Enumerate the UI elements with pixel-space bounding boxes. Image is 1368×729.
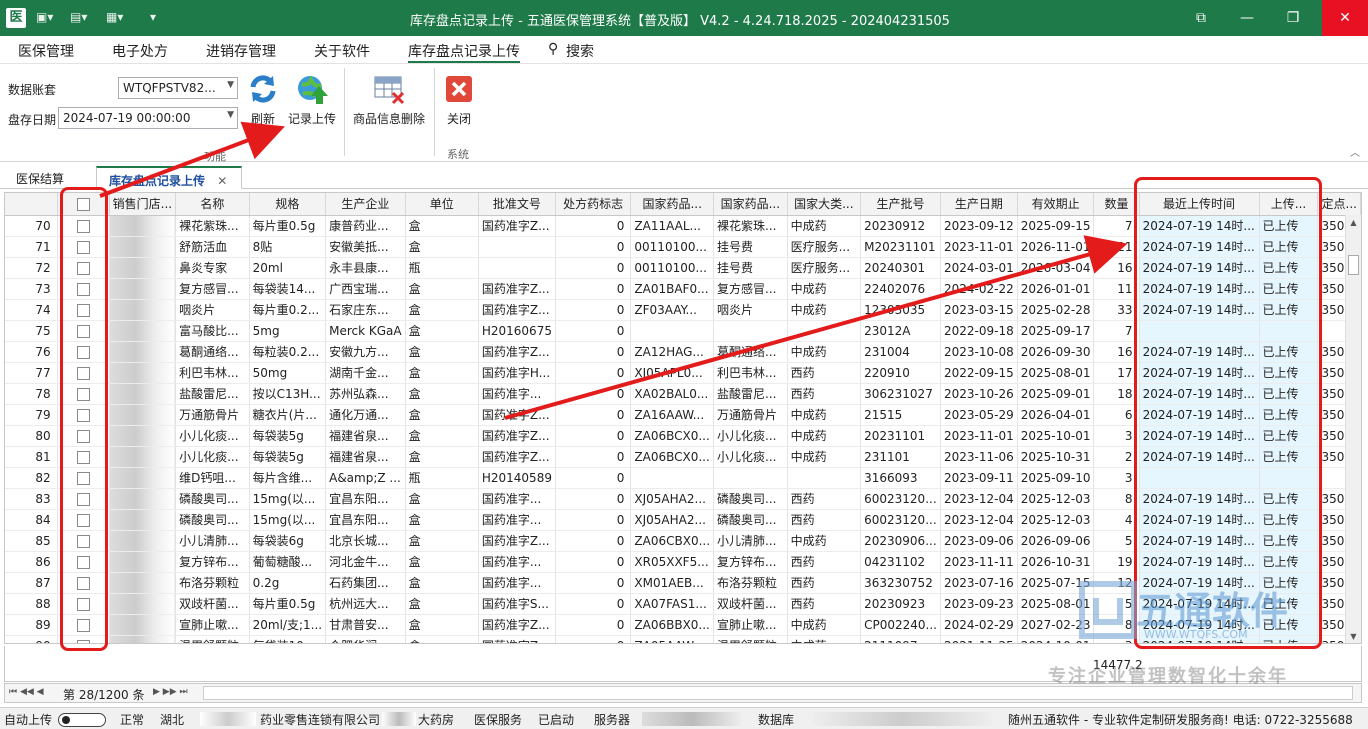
annotation-arrows (99, 121, 1128, 420)
arrow-to-upload-button (99, 121, 285, 198)
arrow-to-upload-time (504, 235, 1128, 420)
